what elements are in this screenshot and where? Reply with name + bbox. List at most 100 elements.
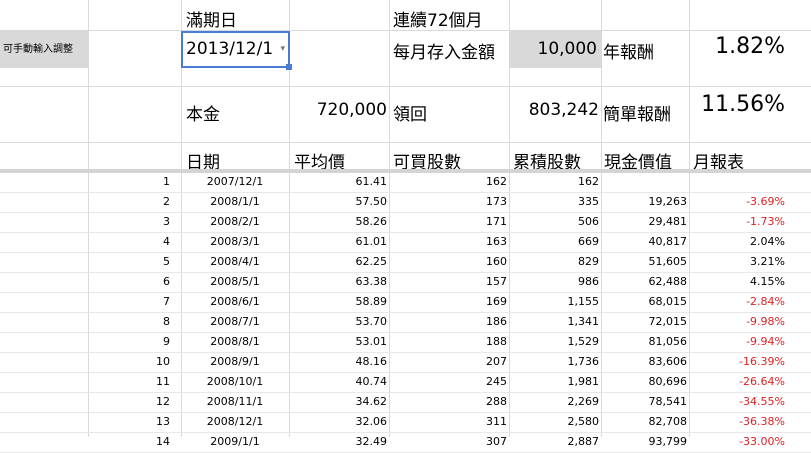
chevron-down-icon[interactable]: ▾ [280,31,285,68]
avg-price-cell[interactable]: 62.25 [289,255,388,268]
buyable-shares-cell[interactable]: 245 [389,375,507,388]
avg-price-cell[interactable]: 53.70 [289,315,388,328]
spreadsheet[interactable]: 滿期日 連續72個月 可手動輸入調整 2013/12/1 ▾ 每月存入金額 10… [0,0,811,453]
cash-value-cell[interactable]: 68,015 [601,295,688,308]
avg-price-cell[interactable]: 61.01 [289,235,388,248]
row-number[interactable]: 13 [88,415,176,428]
monthly-return-cell[interactable]: 4.15% [689,275,785,288]
monthly-return-cell[interactable]: -16.39% [689,355,785,368]
buyable-shares-cell[interactable]: 171 [389,215,507,228]
avg-price-cell[interactable]: 40.74 [289,375,388,388]
date-cell[interactable]: 2008/1/1 [181,195,289,208]
fill-handle[interactable] [286,64,292,70]
buyable-shares-cell[interactable]: 169 [389,295,507,308]
row-number[interactable]: 8 [88,315,176,328]
row-number[interactable]: 12 [88,395,176,408]
row-number[interactable]: 5 [88,255,176,268]
cash-value-cell[interactable]: 72,015 [601,315,688,328]
date-cell[interactable]: 2008/11/1 [181,395,289,408]
monthly-return-cell[interactable]: -2.84% [689,295,785,308]
accumulated-shares-cell[interactable]: 506 [509,215,599,228]
date-cell[interactable]: 2008/2/1 [181,215,289,228]
accumulated-shares-cell[interactable]: 1,155 [509,295,600,308]
avg-price-cell[interactable]: 61.41 [289,175,388,188]
avg-price-cell[interactable]: 58.89 [289,295,388,308]
table-row[interactable]: 1 2007/12/1 61.41 162 162 [0,173,811,193]
monthly-return-cell[interactable]: -36.38% [689,415,785,428]
avg-price-cell[interactable]: 58.26 [289,215,388,228]
cash-value-cell[interactable]: 82,708 [601,415,688,428]
table-row[interactable]: 14 2009/1/1 32.49 307 2,887 93,799 -33.00% [0,433,811,453]
date-cell[interactable]: 2008/12/1 [181,415,289,428]
date-cell[interactable]: 2008/5/1 [181,275,289,288]
row-number[interactable]: 1 [88,175,176,188]
monthly-return-cell[interactable]: -1.73% [689,215,785,228]
row-number[interactable]: 3 [88,215,176,228]
table-row[interactable]: 7 2008/6/1 58.89 169 1,155 68,015 -2.84% [0,293,811,313]
avg-price-cell[interactable]: 34.62 [289,395,388,408]
table-row[interactable]: 6 2008/5/1 63.38 157 986 62,488 4.15% [0,273,811,293]
monthly-deposit-input[interactable]: 10,000 [509,31,601,68]
cash-value-cell[interactable]: 51,605 [601,255,688,268]
monthly-return-cell[interactable]: 3.21% [689,255,785,268]
cash-value-cell[interactable]: 19,263 [601,195,688,208]
cash-value-cell[interactable]: 62,488 [601,275,688,288]
buyable-shares-cell[interactable]: 288 [389,395,507,408]
table-row[interactable]: 10 2008/9/1 48.16 207 1,736 83,606 -16.39% [0,353,811,373]
table-row[interactable]: 9 2008/8/1 53.01 188 1,529 81,056 -9.94% [0,333,811,353]
accumulated-shares-cell[interactable]: 1,529 [509,335,600,348]
row-number[interactable]: 2 [88,195,176,208]
cash-value-cell[interactable]: 80,696 [601,375,688,388]
monthly-return-cell[interactable]: -34.55% [689,395,785,408]
buyable-shares-cell[interactable]: 186 [389,315,507,328]
table-row[interactable]: 5 2008/4/1 62.25 160 829 51,605 3.21% [0,253,811,273]
date-cell[interactable]: 2008/10/1 [181,375,289,388]
buyable-shares-cell[interactable]: 163 [389,235,507,248]
date-cell[interactable]: 2008/9/1 [181,355,289,368]
cash-value-cell[interactable]: 40,817 [601,235,688,248]
date-cell[interactable]: 2008/3/1 [181,235,289,248]
cash-value-cell[interactable]: 78,541 [601,395,688,408]
table-row[interactable]: 11 2008/10/1 40.74 245 1,981 80,696 -26.64% [0,373,811,393]
table-row[interactable]: 2 2008/1/1 57.50 173 335 19,263 -3.69% [0,193,811,213]
accumulated-shares-cell[interactable]: 1,341 [509,315,600,328]
avg-price-cell[interactable]: 57.50 [289,195,388,208]
monthly-return-cell[interactable]: 2.04% [689,235,785,248]
table-row[interactable]: 3 2008/2/1 58.26 171 506 29,481 -1.73% [0,213,811,233]
buyable-shares-cell[interactable]: 157 [389,275,507,288]
row-number[interactable]: 7 [88,295,176,308]
row-number[interactable]: 6 [88,275,176,288]
avg-price-cell[interactable]: 53.01 [289,335,388,348]
accumulated-shares-cell[interactable]: 162 [509,175,599,188]
accumulated-shares-cell[interactable]: 829 [509,255,599,268]
accumulated-shares-cell[interactable]: 2,580 [509,415,600,428]
date-cell[interactable]: 2008/8/1 [181,335,289,348]
cash-value-cell[interactable]: 29,481 [601,215,688,228]
date-cell[interactable]: 2008/4/1 [181,255,289,268]
date-cell[interactable]: 2008/7/1 [181,315,289,328]
cash-value-cell[interactable]: 83,606 [601,355,688,368]
row-number[interactable]: 10 [88,355,176,368]
table-row[interactable]: 8 2008/7/1 53.70 186 1,341 72,015 -9.98% [0,313,811,333]
avg-price-cell[interactable]: 48.16 [289,355,388,368]
table-row[interactable]: 13 2008/12/1 32.06 311 2,580 82,708 -36.38% [0,413,811,433]
table-row[interactable]: 12 2008/11/1 34.62 288 2,269 78,541 -34.55% [0,393,811,413]
row-number[interactable]: 11 [88,375,176,388]
avg-price-cell[interactable]: 32.06 [289,415,388,428]
buyable-shares-cell[interactable]: 188 [389,335,507,348]
accumulated-shares-cell[interactable]: 986 [509,275,599,288]
buyable-shares-cell[interactable]: 162 [389,175,507,188]
monthly-return-cell[interactable]: -9.98% [689,315,785,328]
accumulated-shares-cell[interactable]: 1,981 [509,375,600,388]
row-number[interactable]: 9 [88,335,176,348]
buyable-shares-cell[interactable]: 207 [389,355,507,368]
cash-value-cell[interactable]: 81,056 [601,335,688,348]
date-cell[interactable]: 2007/12/1 [181,175,289,188]
accumulated-shares-cell[interactable]: 1,736 [509,355,600,368]
row-number[interactable]: 4 [88,235,176,248]
monthly-return-cell[interactable]: -3.69% [689,195,785,208]
table-row[interactable]: 4 2008/3/1 61.01 163 669 40,817 2.04% [0,233,811,253]
accumulated-shares-cell[interactable]: 669 [509,235,599,248]
avg-price-cell[interactable]: 63.38 [289,275,388,288]
accumulated-shares-cell[interactable]: 335 [509,195,599,208]
